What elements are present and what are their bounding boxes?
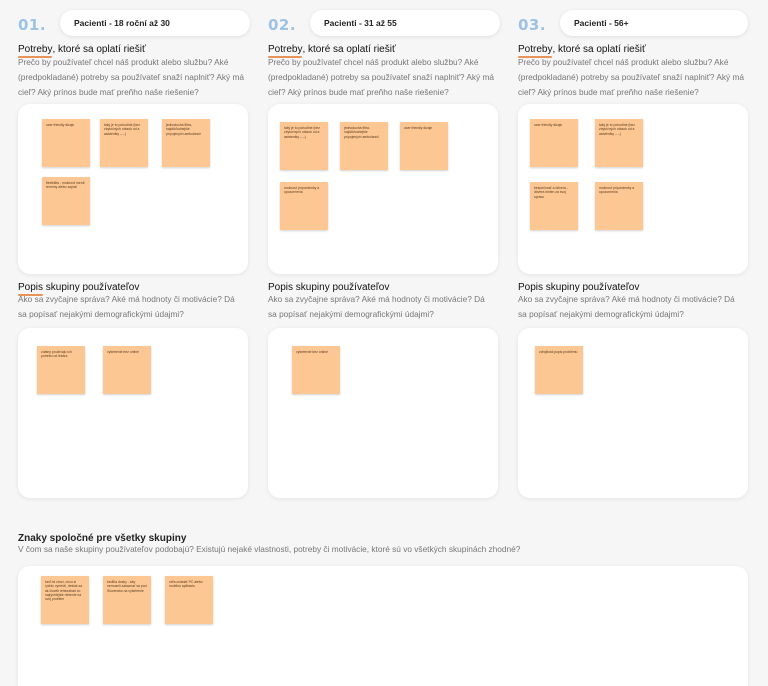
- users-board-1[interactable]: zdatný používajú ich potrebu od lekára v…: [18, 328, 248, 498]
- sticky-note[interactable]: možnosť pripomienky a upozornenia: [280, 182, 328, 230]
- group-number: 03.: [518, 16, 547, 34]
- needs-title-rest: , ktoré sa oplatí riešiť: [302, 44, 396, 55]
- users-description: Ako sa zvyčajne správa? Aké má hodnoty č…: [268, 294, 485, 319]
- sticky-note[interactable]: taký je to pohodlné (bez zbytočných otáz…: [100, 119, 148, 167]
- users-description: Ako sa zvyčajne správa? Aké má hodnoty č…: [18, 294, 235, 319]
- needs-description: Prečo by používateľ chcel náš produkt al…: [518, 57, 744, 97]
- needs-title-rest: , ktoré sa oplatí riešiť: [552, 44, 646, 55]
- needs-title-rest: , ktoré sa oplatí riešiť: [52, 44, 146, 55]
- sticky-note[interactable]: veľa ovládať PC alebo mobilnú aplikáciu: [165, 576, 213, 624]
- needs-description: Prečo by používateľ chcel náš produkt al…: [18, 57, 244, 97]
- sticky-note[interactable]: taký je to pohodlné (bez zbytočných otáz…: [595, 119, 643, 167]
- sticky-note[interactable]: flexibilita - možnosť meniť termíny aleb…: [42, 177, 90, 225]
- group-name-pill[interactable]: Pacienti - 31 až 55: [310, 10, 500, 36]
- sticky-note[interactable]: keďlíla dosky - aby nemuseli zakaznať sa…: [103, 576, 151, 624]
- sticky-note[interactable]: jednoduchá filtra, najdôkľudnejšie prípo…: [162, 119, 210, 167]
- needs-board-1[interactable]: user friendly dizajn taký je to pohodlné…: [18, 104, 248, 274]
- sticky-note[interactable]: vyšetrenie bez online: [292, 346, 340, 394]
- group-header: 01. Pacienti - 18 roční až 30: [18, 0, 250, 38]
- sticky-note[interactable]: keď mi chorí, chcú si rýchlo vyriešiť, r…: [41, 576, 89, 624]
- group-column-2: 02. Pacienti - 31 až 55: [268, 0, 500, 38]
- users-board-3[interactable]: zdrojitosti popis problému: [518, 328, 748, 498]
- sticky-note[interactable]: user friendly dizajn: [42, 119, 90, 167]
- group-column-1: 01. Pacienti - 18 roční až 30: [18, 0, 250, 38]
- group-name-pill[interactable]: Pacienti - 18 roční až 30: [60, 10, 250, 36]
- group-name-pill[interactable]: Pacienti - 56+: [560, 10, 748, 36]
- needs-title: Potreby, ktoré sa oplatí riešiť: [268, 44, 396, 55]
- needs-board-2[interactable]: taký je to pohodlné (bez zbytočných otáz…: [268, 104, 498, 274]
- needs-title-underlined: Potreby: [18, 44, 53, 55]
- sticky-note[interactable]: zdrojitosti popis problému: [535, 346, 583, 394]
- sticky-note[interactable]: vyšetrenie bez online: [103, 346, 151, 394]
- needs-description: Prečo by používateľ chcel náš produkt al…: [268, 57, 494, 97]
- sticky-note[interactable]: zdatný používajú ich potrebu od lekára: [37, 346, 85, 394]
- sticky-note[interactable]: jednoduchá filtra, najdôkľudnejšie prípo…: [340, 122, 388, 170]
- sticky-note[interactable]: user friendly dizajn: [530, 119, 578, 167]
- group-header: 02. Pacienti - 31 až 55: [268, 0, 500, 38]
- common-title: Znaky spoločné pre všetky skupiny: [18, 533, 187, 544]
- needs-title: Potreby, ktoré sa oplatí riešiť: [18, 44, 146, 55]
- group-header: 03. Pacienti - 56+: [518, 0, 750, 38]
- sticky-note[interactable]: taký je to pohodlné (bez zbytočných otáz…: [280, 122, 328, 170]
- sticky-note[interactable]: bezpečnosť a dôvera - dôvera nielen za s…: [530, 182, 578, 230]
- needs-board-3[interactable]: user friendly dizajn taký je to pohodlné…: [518, 104, 748, 274]
- common-description: V čom sa naše skupiny používateľov podob…: [18, 544, 521, 554]
- sticky-note[interactable]: user friendly dizajn: [400, 122, 448, 170]
- needs-title: Potreby, ktoré sa oplatí riešiť: [518, 44, 646, 55]
- group-number: 02.: [268, 16, 297, 34]
- group-column-3: 03. Pacienti - 56+: [518, 0, 750, 38]
- users-description: Ako sa zvyčajne správa? Aké má hodnoty č…: [518, 294, 735, 319]
- needs-title-underlined: Potreby: [268, 44, 303, 55]
- users-board-2[interactable]: vyšetrenie bez online: [268, 328, 498, 498]
- group-number: 01.: [18, 16, 47, 34]
- needs-title-underlined: Potreby: [518, 44, 553, 55]
- sticky-note[interactable]: možnosť pripomienky a upozornenia: [595, 182, 643, 230]
- common-board[interactable]: keď mi chorí, chcú si rýchlo vyriešiť, r…: [18, 566, 748, 686]
